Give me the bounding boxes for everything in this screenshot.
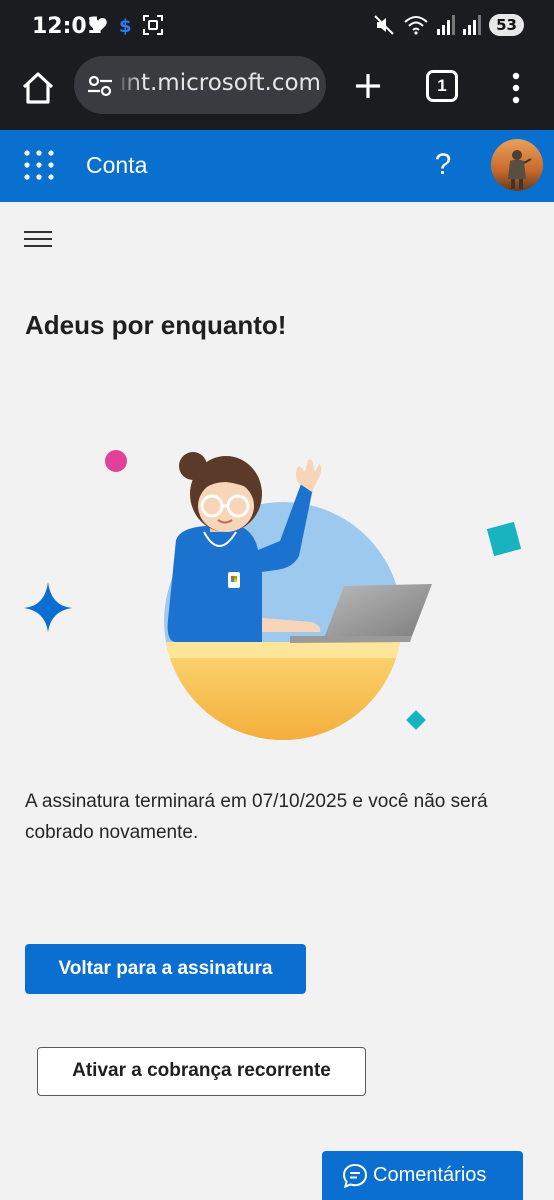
chat-bubble-icon xyxy=(342,1163,368,1189)
subscription-end-message: A assinatura terminará em 07/10/2025 e v… xyxy=(25,791,488,843)
url-text: ınt.microsoft.com xyxy=(120,70,321,96)
avatar[interactable] xyxy=(491,139,543,191)
nav-menu-button[interactable] xyxy=(24,226,52,252)
wifi-icon xyxy=(404,16,428,35)
app-header: Conta ? xyxy=(0,130,554,202)
browser-toolbar: ınt.microsoft.com 1 xyxy=(0,56,554,130)
signal-icon xyxy=(437,15,456,35)
feedback-button[interactable]: Comentários xyxy=(322,1151,523,1200)
help-button[interactable]: ? xyxy=(428,146,458,184)
feedback-label: Comentários xyxy=(373,1164,487,1186)
farewell-illustration xyxy=(24,450,522,740)
back-to-subscription-button[interactable]: Voltar para a assinatura xyxy=(25,944,306,994)
avatar-image xyxy=(491,139,543,191)
status-left-icons: $ xyxy=(88,14,164,36)
pink-dot xyxy=(105,450,127,472)
sparkle-shape xyxy=(24,582,72,632)
svg-text:$: $ xyxy=(119,16,132,36)
enable-recurring-billing-button[interactable]: Ativar a cobrança recorrente xyxy=(37,1047,366,1096)
signal-icon-2 xyxy=(463,15,482,35)
new-tab-icon[interactable] xyxy=(348,66,388,106)
status-right-icons: 53 xyxy=(373,14,524,36)
battery-indicator: 53 xyxy=(489,14,524,36)
app-title: Conta xyxy=(86,152,148,178)
teal-square xyxy=(486,521,522,557)
app-launcher-icon[interactable] xyxy=(22,148,56,182)
dollar-icon: $ xyxy=(119,16,132,36)
mute-icon xyxy=(374,15,394,35)
site-settings-icon[interactable] xyxy=(86,72,114,100)
tab-switcher-button[interactable]: 1 xyxy=(426,70,458,102)
page-title: Adeus por enquanto! xyxy=(25,310,287,340)
address-bar[interactable]: ınt.microsoft.com xyxy=(74,56,326,114)
heart-icon xyxy=(89,18,107,34)
status-bar: 12:01 $ 53 xyxy=(0,0,554,56)
small-teal-diamond xyxy=(406,710,426,730)
more-options-icon[interactable] xyxy=(502,68,530,108)
screenshot-icon xyxy=(143,15,163,35)
home-icon[interactable] xyxy=(18,68,58,108)
